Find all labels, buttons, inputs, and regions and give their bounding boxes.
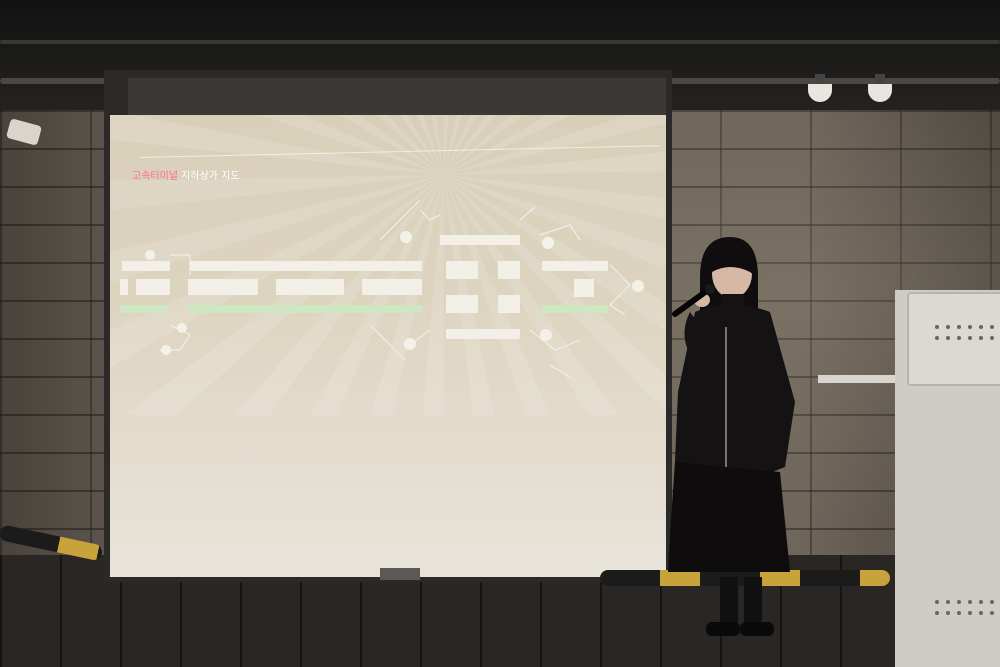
presentation-scene: 고속터미널 지하상가 지도: [0, 0, 1000, 667]
ceiling-pipe: [0, 40, 1000, 44]
projector-screen: 고속터미널 지하상가 지도: [110, 115, 666, 577]
floor-socket: [380, 568, 420, 580]
podium-vent: [935, 325, 994, 340]
underground-mall-map: [120, 199, 644, 378]
podium-vent: [935, 600, 994, 615]
presenter: [668, 237, 795, 636]
